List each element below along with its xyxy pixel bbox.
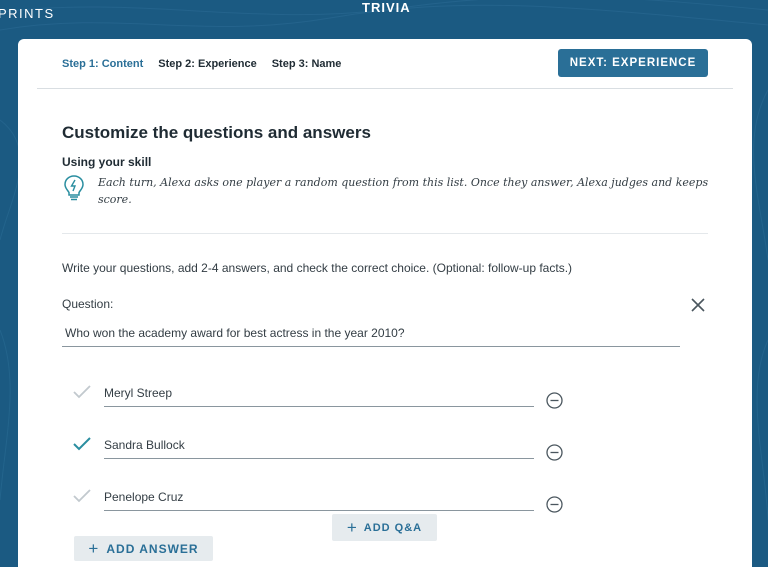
close-icon[interactable]: [690, 297, 706, 313]
brand-label: PRINTS: [0, 6, 55, 21]
answer-input[interactable]: [104, 379, 534, 407]
question-input[interactable]: [62, 320, 680, 347]
add-answer-button[interactable]: + ADD ANSWER: [74, 536, 213, 561]
answer-row: [72, 379, 592, 409]
tip-text: Each turn, Alexa asks one player a rando…: [98, 176, 709, 206]
next-experience-button[interactable]: NEXT: EXPERIENCE: [558, 49, 708, 77]
instructions-text: Write your questions, add 2-4 answers, a…: [62, 261, 573, 275]
step-content-tab[interactable]: Step 1: Content: [62, 58, 143, 70]
app-title: TRIVIA: [362, 0, 411, 15]
plus-icon: +: [88, 539, 100, 558]
step-navigation: Step 1: Content Step 2: Experience Step …: [62, 58, 341, 70]
section-subheading: Using your skill: [62, 155, 152, 169]
page-heading: Customize the questions and answers: [62, 123, 371, 142]
step-experience-tab[interactable]: Step 2: Experience: [158, 58, 256, 70]
lightbulb-icon: [64, 175, 84, 201]
answer-row: [72, 483, 592, 513]
step-name-tab[interactable]: Step 3: Name: [272, 58, 342, 70]
plus-icon: +: [346, 518, 358, 537]
answer-input[interactable]: [104, 483, 534, 511]
content-card: Step 1: Content Step 2: Experience Step …: [18, 39, 752, 567]
section-divider: [62, 233, 708, 234]
add-qa-label: ADD Q&A: [363, 521, 423, 534]
minus-circle-icon[interactable]: [546, 392, 563, 409]
minus-circle-icon[interactable]: [546, 444, 563, 461]
checkmark-icon[interactable]: [72, 488, 92, 504]
answer-row: [72, 431, 592, 461]
header-divider: [37, 88, 733, 89]
minus-circle-icon[interactable]: [546, 496, 563, 513]
question-label: Question:: [62, 297, 114, 311]
checkmark-icon[interactable]: [72, 384, 92, 400]
checkmark-icon[interactable]: [72, 436, 92, 452]
add-answer-label: ADD ANSWER: [106, 541, 199, 556]
answer-input[interactable]: [104, 431, 534, 459]
add-qa-button[interactable]: + ADD Q&A: [332, 514, 437, 541]
